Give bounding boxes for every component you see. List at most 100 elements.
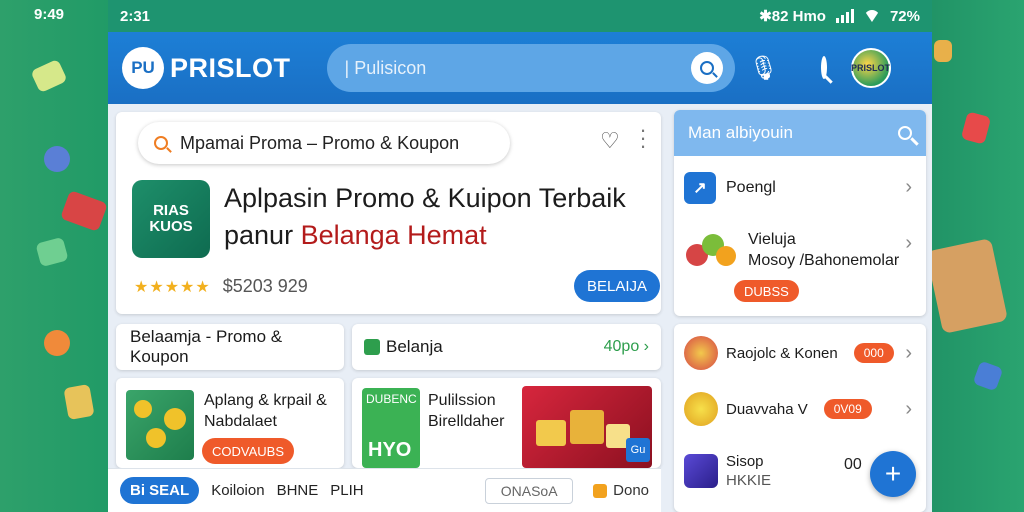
side-list-item[interactable]: Sisop HKKIE	[684, 452, 771, 490]
decor-coupon	[30, 58, 68, 94]
tab-label: Belanja	[386, 337, 443, 356]
chevron-right-icon: ›	[905, 342, 912, 364]
mic-icon[interactable]: 🎙	[749, 54, 779, 83]
app-square-icon: ↗	[684, 172, 716, 204]
search-placeholder: | Pulisicon	[344, 57, 427, 78]
chevron-right-icon: ›	[905, 398, 912, 420]
product-image	[126, 390, 194, 460]
side-row-text: Vieluja Mosoy /Bahonemolar	[748, 229, 899, 271]
status-bar: 2:31 ✱82 Hmo 72%	[108, 0, 932, 32]
search-button[interactable]	[820, 56, 827, 79]
bottom-tab[interactable]: Koiloion	[211, 482, 264, 499]
product-image: DUBENC HYO	[362, 388, 420, 468]
tag-icon	[593, 483, 608, 498]
decor-token	[44, 330, 70, 356]
chevron-right-icon: ›	[905, 232, 912, 254]
side-list-item[interactable]: Duavvaha V 0V09	[684, 392, 872, 426]
groceries-image	[684, 226, 740, 274]
side-row-label: Poengl	[726, 179, 776, 196]
status-time: 2:31	[120, 7, 151, 25]
hero-card: Mpamai Proma – Promo & Koupon ♡ · · · RIAS…	[116, 112, 661, 314]
hero-title-accent: Belanga Hemat	[300, 220, 487, 250]
plus-icon: +	[884, 458, 902, 489]
banner-badge: Gu	[626, 438, 650, 462]
list-item-pill: 0V09	[823, 399, 872, 419]
product-card[interactable]: Aplang & krpail & Nabdalaet CODVAUBS	[116, 378, 344, 468]
app-icon: RIAS KUOS	[132, 180, 210, 258]
wifi-icon	[863, 10, 880, 22]
side-chip[interactable]: DUBSS	[734, 280, 799, 302]
decor-coin	[44, 146, 70, 172]
list-item-count: 00	[844, 456, 862, 473]
list-item-text: Sisop HKKIE	[726, 452, 771, 490]
side-panel-header[interactable]: Man albiyouin	[674, 110, 926, 156]
add-button[interactable]: +	[870, 451, 916, 497]
star-rating: ★★★★★	[134, 278, 211, 296]
decor-card	[60, 190, 108, 232]
done-button[interactable]: Dono	[593, 482, 649, 499]
search-icon	[820, 56, 827, 79]
decor-card-blue	[972, 360, 1004, 392]
chevron-right-icon: ›	[905, 176, 912, 198]
decor-gift	[35, 236, 69, 268]
hero-title-line2: panur Belanga Hemat	[224, 217, 644, 254]
see-more-link[interactable]: 40po ›	[604, 338, 649, 356]
bottom-field[interactable]: ONASoA	[485, 477, 574, 504]
decor-box-small	[934, 40, 952, 62]
lens-button[interactable]	[690, 52, 723, 84]
product-card[interactable]: DUBENC HYO Pulilssion Birelldaher Gu	[352, 378, 661, 468]
hero-title-line1: Aplpasin Promo & Kuipon Terbaik	[224, 183, 626, 213]
lemon-icon	[684, 392, 718, 426]
heart-icon[interactable]: ♡	[600, 128, 620, 154]
search-icon	[154, 136, 168, 150]
list-item-label: Raojolc & Konen	[726, 344, 838, 362]
tab-belanja[interactable]: Belanja 40po ›	[352, 324, 661, 370]
product-image-code: HYO	[368, 439, 412, 461]
top-search-input[interactable]: | Pulisicon	[326, 44, 735, 92]
product-line2: Birelldaher	[428, 413, 505, 430]
decor-ticket	[960, 111, 992, 145]
app-bar: PU PRISLOT | Pulisicon 🎙 PRISLOT	[108, 32, 932, 104]
product-line1: Aplang & krpail &	[204, 392, 327, 409]
side-row-line2: Mosoy /Bahonemolar	[748, 252, 900, 269]
side-row-poengl[interactable]: ↗ Poengl	[684, 172, 776, 204]
hero-search-text: Mpamai Proma – Promo & Koupon	[180, 132, 460, 153]
bottom-bar: Bi SEAL Koiloion BHNE PLIH ONASoA Dono	[108, 468, 661, 512]
side-list-item[interactable]: Raojolc & Konen 000	[684, 336, 894, 370]
side-row-vieluja[interactable]: Vieluja Mosoy /Bahonemolar	[684, 226, 899, 274]
search-icon	[898, 126, 912, 140]
bottom-tab[interactable]: PLIH	[330, 482, 363, 499]
hero-title-prefix: panur	[224, 220, 301, 250]
fruit-icon	[684, 336, 718, 370]
price: $5203 929	[222, 276, 308, 296]
product-title: Pulilssion Birelldaher	[428, 390, 504, 432]
product-line1: Pulilssion	[428, 392, 496, 409]
tab-promo-koupon[interactable]: Belaamja - Promo & Koupon	[116, 324, 344, 370]
list-item-label: Sisop	[726, 453, 764, 470]
list-item-pill: 000	[853, 343, 894, 363]
hero-search-input[interactable]: Mpamai Proma – Promo & Koupon	[138, 122, 510, 164]
box-icon	[684, 454, 718, 488]
status-right: ✱82 Hmo 72%	[759, 7, 920, 26]
promo-banner[interactable]: Gu	[522, 386, 652, 468]
avatar[interactable]: PRISLOT	[850, 48, 891, 88]
decor-package	[925, 238, 1009, 334]
list-item-sub: HKKIE	[726, 472, 772, 489]
bottom-tab[interactable]: BHNE	[277, 482, 319, 499]
decor-tag	[63, 383, 95, 421]
bottom-tab-active[interactable]: Bi SEAL	[120, 477, 200, 504]
tag-icon	[364, 339, 380, 355]
coupon-chip[interactable]: CODVAUBS	[202, 438, 294, 464]
product-image-label: DUBENC	[366, 392, 417, 406]
more-icon[interactable]: · · ·	[638, 119, 648, 157]
side-panel: Man albiyouin ↗ Poengl › Vieluja Mosoy /…	[674, 110, 926, 316]
phone-screen: 2:31 ✱82 Hmo 72% PU PRISLOT | Pulisicon …	[108, 0, 932, 512]
buy-button[interactable]: BELAIJA	[574, 270, 660, 302]
battery-text: 72%	[889, 7, 920, 25]
lens-icon	[699, 61, 714, 75]
product-line2: Nabdalaet	[204, 413, 277, 430]
logo-badge: PU	[122, 47, 164, 89]
app-name: PRISLOT	[170, 52, 291, 83]
status-text: ✱82 Hmo	[759, 8, 826, 25]
tab-label: Belaamja - Promo & Koupon	[130, 327, 283, 366]
